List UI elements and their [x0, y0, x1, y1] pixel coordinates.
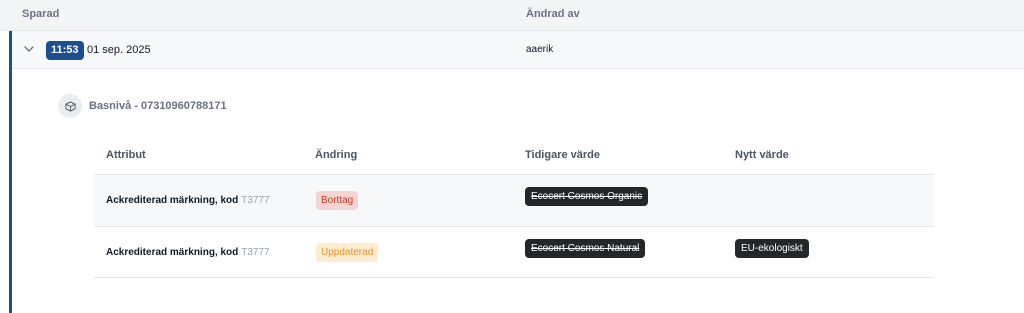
- previous-value: Ecocert Cosmos Organic: [525, 187, 649, 206]
- attribute-code: T3777: [241, 195, 270, 206]
- entry-accent-bar: [9, 31, 12, 313]
- history-entry: 11:53 01 sep. 2025 aaerik Basnivå - 0731…: [0, 31, 1024, 313]
- attribute-name: Ackrediterad märkning, kod: [106, 195, 239, 206]
- table-row: Ackrediterad märkning, kod T3777 Uppdater…: [94, 226, 934, 278]
- table-header-previous: Tidigare värde: [525, 149, 600, 161]
- history-header: Sparad Ändrad av: [0, 0, 1024, 31]
- chevron-down-icon[interactable]: [22, 42, 36, 56]
- new-value: EU-ekologiskt: [735, 239, 809, 258]
- table-row: Ackrediterad märkning, kod T3777 Borttag …: [94, 174, 934, 226]
- change-badge: Uppdaterad: [316, 243, 379, 262]
- previous-value: Ecocert Cosmos Natural: [525, 239, 646, 258]
- entry-date: 01 sep. 2025: [87, 44, 151, 56]
- attribute-cell: Ackrediterad märkning, kod T3777: [106, 195, 270, 206]
- column-header-changed-by: Ändrad av: [526, 8, 580, 20]
- time-badge: 11:53: [46, 41, 84, 60]
- table-header-change: Ändring: [315, 149, 358, 161]
- attribute-code: T3777: [241, 247, 270, 258]
- changes-table: Attribut Ändring Tidigare värde Nytt vär…: [94, 136, 934, 278]
- level-label: Basnivå - 07310960788171: [89, 100, 227, 112]
- entry-summary-row[interactable]: 11:53 01 sep. 2025 aaerik: [12, 31, 1024, 69]
- entry-user: aaerik: [526, 44, 554, 55]
- column-header-saved: Sparad: [22, 8, 60, 20]
- table-header-attribute: Attribut: [106, 149, 146, 161]
- table-header: Attribut Ändring Tidigare värde Nytt vär…: [94, 136, 934, 174]
- attribute-cell: Ackrediterad märkning, kod T3777: [106, 247, 270, 258]
- attribute-name: Ackrediterad märkning, kod: [106, 247, 239, 258]
- table-header-new: Nytt värde: [735, 149, 789, 161]
- change-badge: Borttag: [316, 191, 359, 210]
- cube-icon: [58, 94, 82, 118]
